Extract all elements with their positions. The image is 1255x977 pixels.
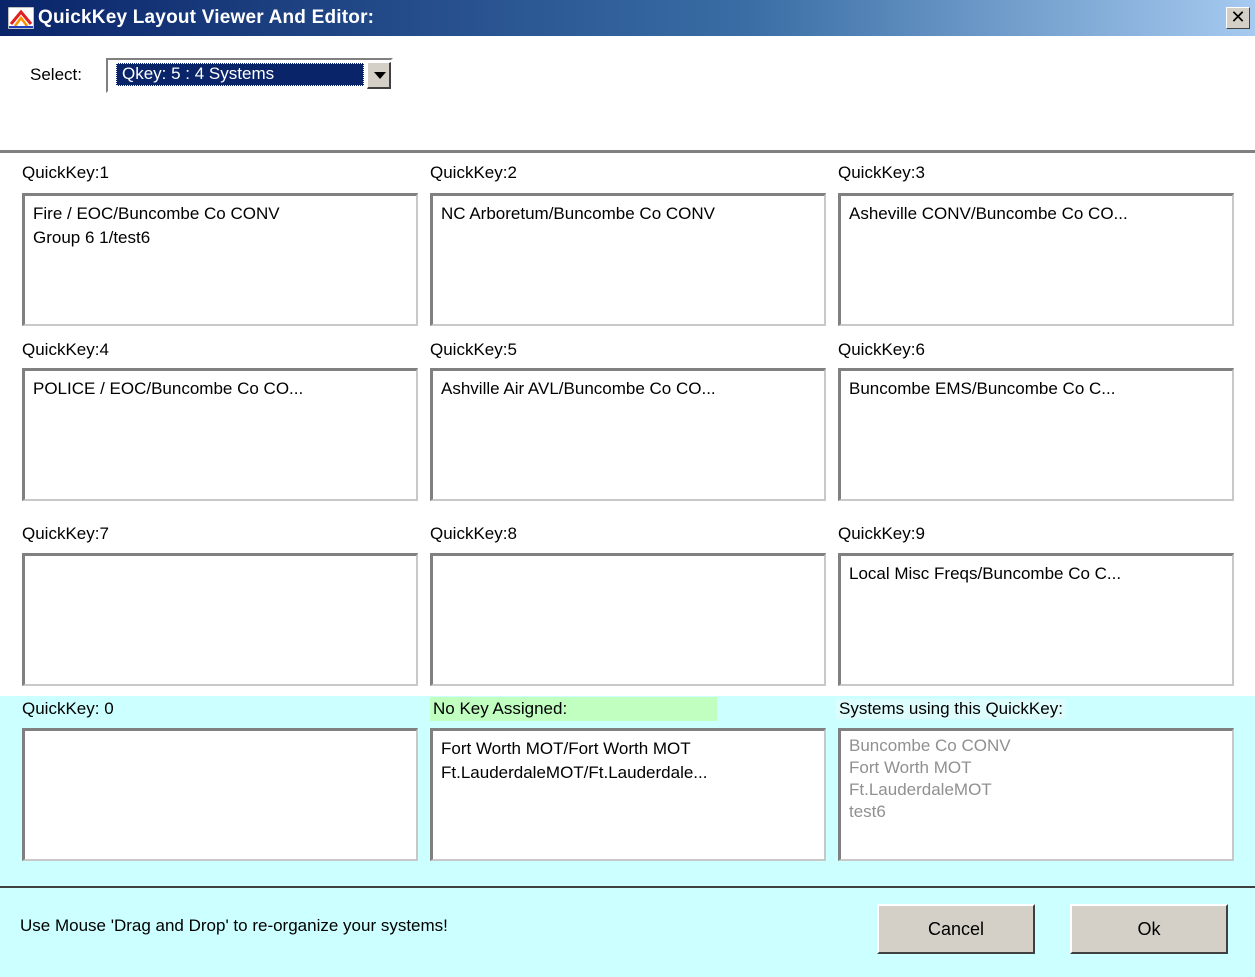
list-item[interactable]: Ft.LauderdaleMOT/Ft.Lauderdale... xyxy=(441,761,816,785)
quickkey-3-slot[interactable]: Asheville CONV/Buncombe Co CO... xyxy=(838,193,1234,326)
quickkey-6-label: QuickKey:6 xyxy=(838,340,925,359)
list-item[interactable]: Asheville CONV/Buncombe Co CO... xyxy=(849,202,1224,226)
systems-using-label: Systems using this QuickKey: xyxy=(836,699,1066,719)
quickkey-5-slot[interactable]: Ashville Air AVL/Buncombe Co CO... xyxy=(430,368,826,501)
title-bar: QuickKey Layout Viewer And Editor: ✕ xyxy=(0,0,1255,36)
quickkey-6-slot[interactable]: Buncombe EMS/Buncombe Co C... xyxy=(838,368,1234,501)
quickkey-7-slot[interactable] xyxy=(22,553,418,686)
systems-list: Buncombe Co CONV Fort Worth MOT Ft.Laude… xyxy=(838,728,1234,861)
no-key-assigned-slot[interactable]: Fort Worth MOT/Fort Worth MOT Ft.Lauderd… xyxy=(430,728,826,861)
select-value: Qkey: 5 : 4 Systems xyxy=(116,63,364,86)
list-item: Buncombe Co CONV xyxy=(849,736,1011,755)
quickkey-7-label: QuickKey:7 xyxy=(22,524,109,543)
list-item[interactable]: NC Arboretum/Buncombe Co CONV xyxy=(441,202,816,226)
list-item[interactable]: Fire / EOC/Buncombe Co CONV xyxy=(33,202,408,226)
app-icon xyxy=(7,6,35,30)
quickkey-9-slot[interactable]: Local Misc Freqs/Buncombe Co C... xyxy=(838,553,1234,686)
list-item[interactable]: Group 6 1/test6 xyxy=(33,226,408,250)
quickkey-3-label: QuickKey:3 xyxy=(838,163,925,182)
drag-drop-hint: Use Mouse 'Drag and Drop' to re-organize… xyxy=(20,916,448,935)
quickkey-5-label: QuickKey:5 xyxy=(430,340,517,359)
list-item: Fort Worth MOT xyxy=(849,758,972,777)
divider xyxy=(0,886,1255,888)
close-button[interactable]: ✕ xyxy=(1226,7,1250,29)
list-item: Ft.LauderdaleMOT xyxy=(849,780,992,799)
list-item[interactable]: Fort Worth MOT/Fort Worth MOT xyxy=(441,737,816,761)
quickkey-0-slot[interactable] xyxy=(22,728,418,861)
quickkey-0-label: QuickKey: 0 xyxy=(22,699,114,718)
close-icon: ✕ xyxy=(1230,7,1246,28)
quickkey-2-label: QuickKey:2 xyxy=(430,163,517,182)
ok-button[interactable]: Ok xyxy=(1070,904,1228,954)
list-item[interactable]: POLICE / EOC/Buncombe Co CO... xyxy=(33,377,408,401)
select-label: Select: xyxy=(30,65,82,84)
quickkey-8-slot[interactable] xyxy=(430,553,826,686)
quickkey-1-label: QuickKey:1 xyxy=(22,163,109,182)
quickkey-1-slot[interactable]: Fire / EOC/Buncombe Co CONV Group 6 1/te… xyxy=(22,193,418,326)
quickkey-2-slot[interactable]: NC Arboretum/Buncombe Co CONV xyxy=(430,193,826,326)
no-key-assigned-label: No Key Assigned: xyxy=(430,697,717,721)
select-panel xyxy=(0,36,1255,150)
window-title: QuickKey Layout Viewer And Editor: xyxy=(38,7,375,28)
quickkey-4-slot[interactable]: POLICE / EOC/Buncombe Co CO... xyxy=(22,368,418,501)
quickkey-select[interactable]: Qkey: 5 : 4 Systems xyxy=(106,58,393,93)
list-item: test6 xyxy=(849,802,886,821)
list-item[interactable]: Buncombe EMS/Buncombe Co C... xyxy=(849,377,1224,401)
quickkey-8-label: QuickKey:8 xyxy=(430,524,517,543)
chevron-down-icon[interactable] xyxy=(367,62,391,89)
cancel-button[interactable]: Cancel xyxy=(877,904,1035,954)
quickkey-4-label: QuickKey:4 xyxy=(22,340,109,359)
quickkey-9-label: QuickKey:9 xyxy=(838,524,925,543)
list-item[interactable]: Local Misc Freqs/Buncombe Co C... xyxy=(849,562,1224,586)
list-item[interactable]: Ashville Air AVL/Buncombe Co CO... xyxy=(441,377,816,401)
